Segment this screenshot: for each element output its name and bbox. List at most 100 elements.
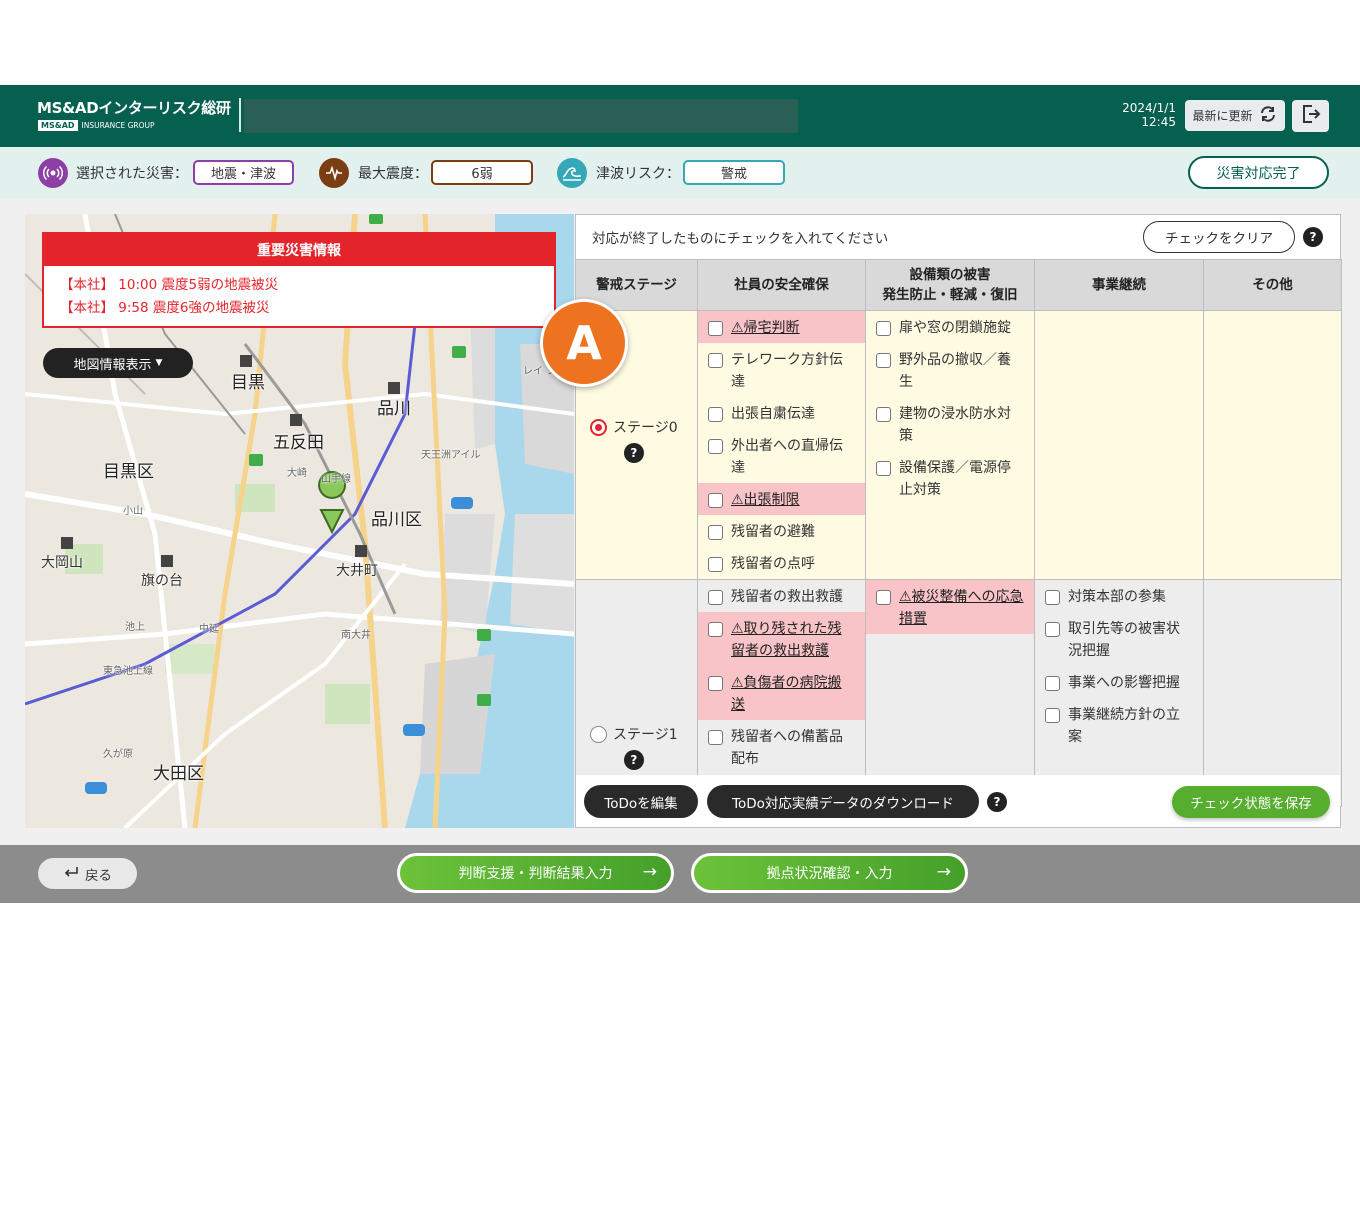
checklist-item-label[interactable]: ⚠出張制限 bbox=[731, 489, 855, 511]
intensity-icon bbox=[319, 158, 349, 188]
checklist-item[interactable]: ⚠帰宅判断 bbox=[698, 311, 865, 343]
checkbox[interactable] bbox=[876, 590, 891, 605]
help-icon[interactable]: ? bbox=[1303, 227, 1323, 247]
checklist-item[interactable]: 取引先等の被害状況把握 bbox=[1035, 612, 1203, 666]
checklist-item-label[interactable]: ⚠被災整備への応急措置 bbox=[899, 586, 1024, 630]
logo-badge: MS&AD bbox=[38, 119, 78, 131]
checklist-item[interactable]: テレワーク方針伝達 bbox=[698, 343, 865, 397]
annotation-badge: A bbox=[540, 299, 628, 387]
disaster-complete-button[interactable]: 災害対応完了 bbox=[1188, 156, 1329, 189]
checkbox[interactable] bbox=[708, 407, 723, 422]
checkbox[interactable] bbox=[708, 676, 723, 691]
map-view[interactable]: 目黒 五反田 品川 目黒区 品川区 大岡山 旗の台 大井町 大田区 天王洲アイル… bbox=[25, 214, 574, 828]
checklist-item[interactable]: 残留者の救出救護 bbox=[698, 580, 865, 612]
datetime: 2024/1/1 12:45 bbox=[1100, 101, 1176, 129]
checklist-item-label: 野外品の撤収／養生 bbox=[899, 352, 1011, 390]
checklist-item[interactable]: 事業への影響把握 bbox=[1035, 666, 1203, 698]
back-button[interactable]: 戻る bbox=[38, 858, 137, 889]
checkbox[interactable] bbox=[1045, 708, 1060, 723]
map-label-meguroku: 目黒区 bbox=[103, 462, 154, 482]
map-label-tennozu: 天王洲アイル bbox=[421, 450, 481, 461]
alert-line: 【本社】 10:00 震度5弱の地震被災 bbox=[60, 277, 279, 293]
checklist-item-label[interactable]: ⚠負傷者の病院搬送 bbox=[731, 672, 855, 716]
checklist-item-label: 出張自粛伝達 bbox=[731, 406, 815, 422]
todo-panel: 対応が終了したものにチェックを入れてください チェックをクリア ? 警戒ステージ… bbox=[575, 214, 1342, 828]
site-status-button[interactable]: 拠点状況確認・入力 → bbox=[691, 853, 968, 893]
edit-todo-button[interactable]: ToDoを編集 bbox=[584, 785, 698, 818]
stage0-radio[interactable] bbox=[590, 418, 607, 436]
checklist-item[interactable]: 事業継続方針の立案 bbox=[1035, 698, 1203, 752]
judgment-support-button[interactable]: 判断支援・判断結果入力 → bbox=[397, 853, 674, 893]
help-icon[interactable]: ? bbox=[623, 750, 644, 770]
checklist-item-label[interactable]: ⚠帰宅判断 bbox=[731, 317, 855, 339]
checklist-item[interactable]: 残留者への備蓄品配布 bbox=[698, 720, 865, 774]
arrow-right-icon: → bbox=[936, 862, 951, 882]
clear-checks-button[interactable]: チェックをクリア bbox=[1143, 221, 1295, 253]
checkbox[interactable] bbox=[708, 590, 723, 605]
checkbox[interactable] bbox=[1045, 676, 1060, 691]
checkbox[interactable] bbox=[1045, 622, 1060, 637]
checklist-item-label: 残留者の救出救護 bbox=[731, 589, 843, 605]
help-icon[interactable]: ? bbox=[623, 443, 644, 463]
checkbox[interactable] bbox=[1045, 590, 1060, 605]
facility-cell: ⚠被災整備への応急措置 bbox=[865, 579, 1035, 807]
tsunami-icon bbox=[557, 158, 587, 188]
company-logo: MS&ADインターリスク総研 bbox=[37, 99, 231, 117]
other-cell bbox=[1203, 579, 1342, 807]
col-header-continuity: 事業継続 bbox=[1034, 259, 1204, 311]
checkbox[interactable] bbox=[708, 622, 723, 637]
checkbox[interactable] bbox=[708, 557, 723, 572]
checklist-item[interactable]: 対策本部の参集 bbox=[1035, 580, 1203, 612]
checklist-item[interactable]: 残留者の点呼 bbox=[698, 547, 865, 579]
stage-cell: ステージ1 ? bbox=[575, 579, 698, 807]
checklist-item[interactable]: 扉や窓の閉鎖施錠 bbox=[866, 311, 1034, 343]
checklist-item[interactable]: 設備保護／電源停止対策 bbox=[866, 451, 1034, 505]
col-header-other: その他 bbox=[1203, 259, 1342, 311]
checkbox[interactable] bbox=[876, 353, 891, 368]
checkbox[interactable] bbox=[708, 730, 723, 745]
checklist-item[interactable]: 野外品の撤収／養生 bbox=[866, 343, 1034, 397]
logout-button[interactable] bbox=[1292, 100, 1329, 132]
checklist-item[interactable]: 建物の浸水防水対策 bbox=[866, 397, 1034, 451]
refresh-button[interactable]: 最新に更新 bbox=[1185, 100, 1285, 131]
map-info-dropdown[interactable]: 地図情報表示 ▼ bbox=[43, 348, 193, 378]
col-header-facility-line1: 設備類の被害 bbox=[909, 267, 991, 283]
map-label-hatanodai: 旗の台 bbox=[141, 573, 183, 589]
disaster-info-bar: 選択された災害： 地震・津波 最大震度： 6弱 津波リスク： 警戒 災害対応完了 bbox=[0, 147, 1360, 199]
checklist-item[interactable]: 残留者の避難 bbox=[698, 515, 865, 547]
map-label-shinagawa: 品川 bbox=[377, 399, 411, 419]
checkbox[interactable] bbox=[876, 321, 891, 336]
alert-line: 【本社】 9:58 震度6強の地震被災 bbox=[60, 300, 270, 316]
stage0-option[interactable]: ステージ0 ? bbox=[590, 417, 678, 463]
checklist-item[interactable]: ⚠負傷者の病院搬送 bbox=[698, 666, 865, 720]
help-icon[interactable]: ? bbox=[987, 792, 1007, 812]
save-checks-button[interactable]: チェック状態を保存 bbox=[1172, 786, 1330, 818]
checkbox[interactable] bbox=[876, 407, 891, 422]
col-header-safety: 社員の安全確保 bbox=[697, 259, 866, 311]
checklist-item[interactable]: ⚠取り残された残留者の救出救護 bbox=[698, 612, 865, 666]
disaster-icon bbox=[38, 158, 68, 188]
checkbox[interactable] bbox=[708, 439, 723, 454]
checkbox[interactable] bbox=[708, 525, 723, 540]
checklist-item-label: 残留者の避難 bbox=[731, 524, 815, 540]
stage1-radio[interactable] bbox=[590, 725, 607, 743]
checklist-item-label: 扉や窓の閉鎖施錠 bbox=[899, 320, 1011, 336]
map-label-tokyu: 東急池上線 bbox=[103, 666, 153, 677]
checkbox[interactable] bbox=[708, 353, 723, 368]
disaster-label: 選択された災害： bbox=[76, 166, 188, 182]
checklist-item[interactable]: 出張自粛伝達 bbox=[698, 397, 865, 429]
checkbox[interactable] bbox=[708, 321, 723, 336]
checkbox[interactable] bbox=[708, 493, 723, 508]
continuity-cell bbox=[1034, 310, 1204, 580]
checklist-item-label[interactable]: ⚠取り残された残留者の救出救護 bbox=[731, 618, 855, 662]
panel-hint: 対応が終了したものにチェックを入れてください bbox=[592, 231, 889, 247]
stage1-option[interactable]: ステージ1 ? bbox=[590, 724, 678, 770]
tsunami-value: 警戒 bbox=[683, 160, 785, 185]
checklist-item[interactable]: 外出者への直帰伝達 bbox=[698, 429, 865, 483]
map-label-shinagawaku: 品川区 bbox=[371, 510, 422, 530]
download-button[interactable]: ToDo対応実績データのダウンロード bbox=[707, 785, 979, 818]
checklist-item[interactable]: ⚠被災整備への応急措置 bbox=[866, 580, 1034, 634]
checkbox[interactable] bbox=[876, 461, 891, 476]
checklist-item-label: 設備保護／電源停止対策 bbox=[899, 460, 1011, 498]
checklist-item[interactable]: ⚠出張制限 bbox=[698, 483, 865, 515]
